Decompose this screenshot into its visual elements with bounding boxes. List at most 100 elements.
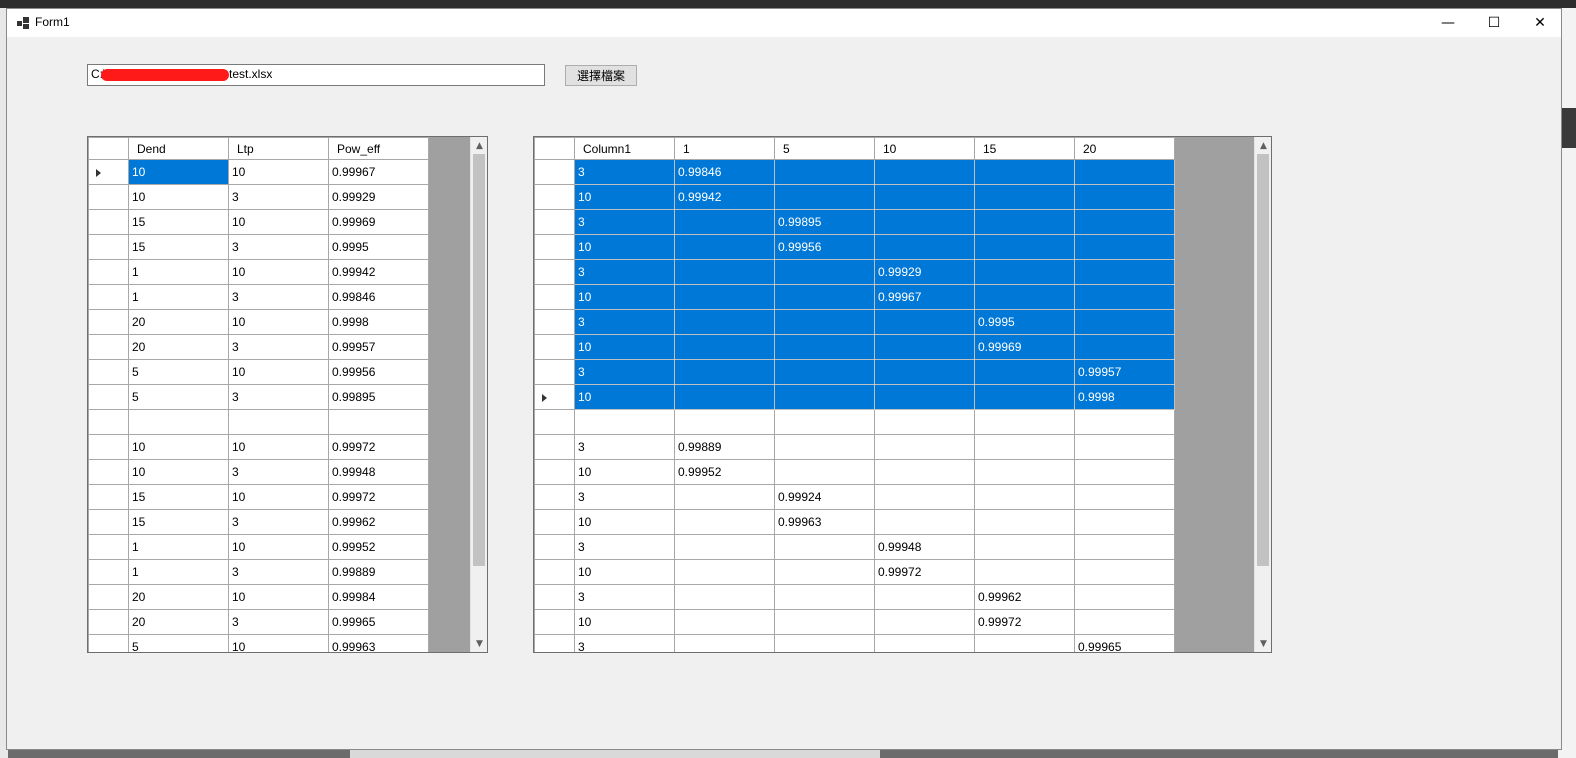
row-header-cell[interactable] <box>88 359 129 385</box>
table-row[interactable]: 3 0.99846 <box>534 159 1175 185</box>
grid-cell[interactable] <box>1074 284 1175 310</box>
table-row[interactable]: 3 0.99948 <box>534 534 1175 560</box>
grid-cell[interactable]: 10 <box>228 634 329 652</box>
grid-cell[interactable]: 0.9995 <box>328 234 429 260</box>
table-row[interactable]: 10 0.99956 <box>534 234 1175 260</box>
grid-cell[interactable] <box>974 509 1075 535</box>
grid-cell[interactable]: 0.99972 <box>974 609 1075 635</box>
grid-cell[interactable]: 0.99962 <box>974 584 1075 610</box>
grid-cell[interactable] <box>1074 484 1175 510</box>
grid-cell[interactable]: 15 <box>128 234 229 260</box>
grid-cell[interactable] <box>874 609 975 635</box>
table-row[interactable]: 10 0.99967 <box>534 284 1175 310</box>
grid-cell[interactable] <box>974 634 1075 652</box>
row-header-cell[interactable] <box>88 309 129 335</box>
grid-cell[interactable]: 10 <box>228 259 329 285</box>
grid-cell[interactable] <box>774 359 875 385</box>
row-header-cell[interactable] <box>534 159 575 185</box>
grid-cell[interactable]: 10 <box>128 184 229 210</box>
grid-cell[interactable] <box>1074 334 1175 360</box>
grid-cell[interactable]: 10 <box>128 434 229 460</box>
grid-cell[interactable]: 3 <box>228 384 329 410</box>
row-header-cell[interactable] <box>534 609 575 635</box>
grid-cell[interactable] <box>228 409 329 435</box>
grid-cell[interactable] <box>774 334 875 360</box>
row-header-cell[interactable] <box>534 434 575 460</box>
grid-cell[interactable]: 10 <box>574 509 675 535</box>
grid-cell[interactable] <box>974 434 1075 460</box>
grid-cell[interactable] <box>874 234 975 260</box>
grid-cell[interactable]: 3 <box>228 609 329 635</box>
grid-cell[interactable] <box>674 359 775 385</box>
grid-cell[interactable]: 0.99929 <box>874 259 975 285</box>
grid-cell[interactable] <box>874 634 975 652</box>
table-row[interactable]: 5 10 0.99956 <box>88 359 429 385</box>
table-row[interactable]: 5 3 0.99895 <box>88 384 429 410</box>
grid-cell[interactable] <box>774 559 875 585</box>
grid-cell[interactable] <box>674 284 775 310</box>
table-row[interactable]: 3 0.99965 <box>534 634 1175 652</box>
table-row[interactable]: 10 10 0.99972 <box>88 434 429 460</box>
grid-cell[interactable] <box>974 409 1075 435</box>
grid-cell[interactable] <box>574 409 675 435</box>
grid-cell[interactable] <box>974 459 1075 485</box>
column-header[interactable]: 10 <box>874 137 975 160</box>
scroll-thumb[interactable] <box>1257 154 1269 566</box>
grid-cell[interactable] <box>674 634 775 652</box>
right-grid-scrollbar[interactable]: ▲ ▼ <box>1254 137 1271 652</box>
grid-cell[interactable]: 15 <box>128 484 229 510</box>
row-header-cell[interactable] <box>534 234 575 260</box>
grid-cell[interactable]: 3 <box>574 359 675 385</box>
column-header[interactable]: Ltp <box>228 137 329 160</box>
grid-cell[interactable] <box>974 209 1075 235</box>
grid-cell[interactable]: 3 <box>574 584 675 610</box>
grid-cell[interactable]: 3 <box>574 159 675 185</box>
maximize-button[interactable]: ☐ <box>1471 9 1517 37</box>
grid-cell[interactable]: 10 <box>228 309 329 335</box>
grid-cell[interactable] <box>974 559 1075 585</box>
grid-cell[interactable] <box>974 234 1075 260</box>
row-header-cell[interactable] <box>88 234 129 260</box>
grid-cell[interactable]: 0.99956 <box>774 234 875 260</box>
grid-cell[interactable]: 10 <box>574 384 675 410</box>
row-header-cell[interactable] <box>88 184 129 210</box>
grid-cell[interactable]: 10 <box>128 159 229 185</box>
table-row[interactable]: 10 10 0.99967 <box>88 159 429 185</box>
grid-cell[interactable] <box>974 359 1075 385</box>
grid-cell[interactable]: 0.99889 <box>674 434 775 460</box>
grid-cell[interactable]: 0.99895 <box>328 384 429 410</box>
grid-cell[interactable]: 0.99889 <box>328 559 429 585</box>
grid-cell[interactable]: 0.99965 <box>328 609 429 635</box>
grid-cell[interactable]: 3 <box>574 259 675 285</box>
grid-cell[interactable]: 20 <box>128 309 229 335</box>
table-row[interactable]: 1 3 0.99846 <box>88 284 429 310</box>
scroll-thumb[interactable] <box>473 154 485 566</box>
grid-cell[interactable]: 0.99952 <box>674 459 775 485</box>
row-header-cell[interactable] <box>88 209 129 235</box>
row-header-cell[interactable] <box>88 434 129 460</box>
table-row[interactable]: 10 0.9998 <box>534 384 1175 410</box>
row-header-cell[interactable] <box>88 384 129 410</box>
row-header-cell[interactable] <box>88 159 129 185</box>
left-grid-scrollbar[interactable]: ▲ ▼ <box>470 137 487 652</box>
grid-cell[interactable] <box>774 459 875 485</box>
row-header-cell[interactable] <box>534 409 575 435</box>
grid-cell[interactable]: 0.99957 <box>328 334 429 360</box>
grid-cell[interactable] <box>974 534 1075 560</box>
grid-cell[interactable] <box>1074 259 1175 285</box>
row-header-cell[interactable] <box>534 509 575 535</box>
grid-cell[interactable]: 5 <box>128 384 229 410</box>
grid-cell[interactable]: 5 <box>128 359 229 385</box>
grid-cell[interactable]: 0.99895 <box>774 209 875 235</box>
table-row[interactable]: 10 0.99972 <box>534 559 1175 585</box>
table-row[interactable]: 3 0.99929 <box>534 259 1175 285</box>
grid-cell[interactable] <box>874 384 975 410</box>
grid-cell[interactable] <box>674 584 775 610</box>
grid-cell[interactable]: 15 <box>128 209 229 235</box>
grid-cell[interactable] <box>1074 509 1175 535</box>
grid-cell[interactable] <box>774 584 875 610</box>
grid-cell[interactable]: 0.99965 <box>1074 634 1175 652</box>
grid-cell[interactable]: 0.99948 <box>874 534 975 560</box>
grid-cell[interactable] <box>674 259 775 285</box>
grid-cell[interactable] <box>874 334 975 360</box>
